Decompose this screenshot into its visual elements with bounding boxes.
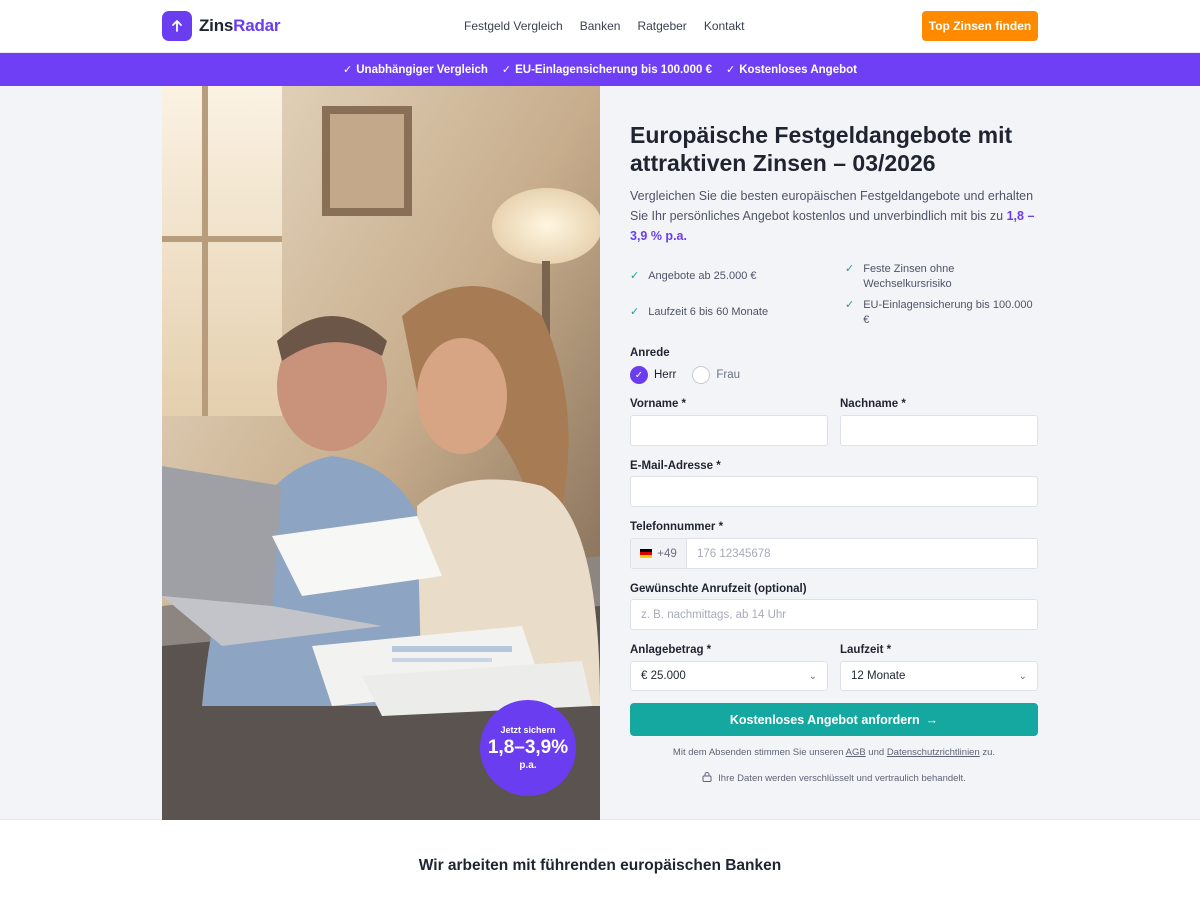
consent-text: Mit dem Absenden stimmen Sie unseren AGB…	[672, 747, 996, 758]
nav-festgeld-vergleich[interactable]: Festgeld Vergleich	[464, 19, 563, 33]
nav-kontakt[interactable]: Kontakt	[704, 19, 745, 33]
term-select[interactable]: 12 Monate ⌄	[840, 661, 1038, 691]
feature-item: ✓ EU-Einlagensicherung bis 100.000 €	[845, 299, 1033, 326]
badge-pa: p.a.	[519, 760, 537, 771]
feature-item: ✓ Feste Zinsen ohne Wechselkursrisiko	[845, 263, 955, 290]
email-input[interactable]	[630, 476, 1038, 507]
arrow-up-icon	[162, 11, 192, 41]
trust-strip: ✓ Unabhängiger Vergleich ✓ EU-Einlagensich…	[0, 53, 1200, 86]
phone-label: Telefonnummer *	[630, 521, 724, 533]
logo[interactable]: ZinsRadar	[162, 11, 281, 41]
term-label: Laufzeit *	[840, 644, 892, 656]
firstname-input[interactable]	[630, 415, 828, 446]
amount-select[interactable]: € 25.000 ⌄	[630, 661, 828, 691]
lock-icon	[702, 771, 712, 785]
radio-frau-label[interactable]: Frau	[716, 369, 740, 381]
calltime-label: Gewünschte Anrufzeit (optional)	[630, 583, 807, 595]
main-nav: Festgeld Vergleich Banken Ratgeber Konta…	[464, 19, 762, 33]
feature-item: ✓ Angebote ab 25.000 €	[630, 270, 757, 282]
check-icon: ✓	[501, 64, 512, 76]
check-icon: ✓	[845, 299, 855, 311]
lastname-label: Nachname *	[840, 398, 906, 410]
salutation-group: ✓ Herr Frau	[630, 366, 756, 384]
email-label: E-Mail-Adresse *	[630, 460, 721, 472]
page-title: Europäische Festgeldangebote mit attrakt…	[630, 122, 1013, 176]
radio-frau[interactable]	[692, 366, 711, 384]
nav-ratgeber[interactable]: Ratgeber	[637, 19, 686, 33]
germany-flag-icon	[640, 549, 653, 558]
amount-label: Anlagebetrag *	[630, 644, 712, 656]
calltime-input[interactable]	[630, 599, 1038, 630]
site-header: ZinsRadar Festgeld Vergleich Banken Ratg…	[0, 0, 1200, 53]
arrow-right-icon: →	[925, 712, 939, 727]
phone-field: +49	[630, 538, 1038, 569]
trust-item: ✓ Kostenloses Angebot	[725, 63, 857, 77]
banks-section-title: Wir arbeiten mit führenden europäischen …	[418, 857, 782, 874]
trust-item: ✓ EU-Einlagensicherung bis 100.000 €	[501, 63, 712, 77]
chevron-down-icon: ⌄	[808, 670, 817, 682]
logo-text: ZinsRadar	[199, 16, 281, 35]
radio-herr-label[interactable]: Herr	[654, 369, 676, 381]
check-icon: ✓	[845, 263, 855, 275]
firstname-label: Vorname *	[630, 398, 687, 410]
check-icon: ✓	[343, 64, 353, 76]
check-icon: ✓	[630, 270, 640, 282]
nav-banken[interactable]: Banken	[580, 19, 621, 33]
badge-rate: 1,8–3,9%	[487, 737, 569, 758]
top-zinsen-button[interactable]: Top Zinsen finden	[922, 11, 1038, 41]
check-icon: ✓	[725, 64, 736, 76]
agb-link[interactable]: AGB	[846, 747, 866, 758]
badge-line1: Jetzt sichern	[500, 725, 556, 735]
salutation-label: Anrede	[630, 347, 670, 359]
privacy-link[interactable]: Datenschutzrichtlinien	[887, 747, 980, 758]
submit-button[interactable]: Kostenloses Angebot anfordern →	[630, 703, 1038, 736]
hero-lead: Vergleichen Sie die besten europäischen …	[630, 189, 1035, 243]
trust-item: ✓ Unabhängiger Vergleich	[343, 63, 488, 77]
lastname-input[interactable]	[840, 415, 1038, 446]
chevron-down-icon: ⌄	[1018, 670, 1027, 682]
phone-input[interactable]	[687, 539, 1037, 568]
rate-badge: Jetzt sichern 1,8–3,9% p.a.	[480, 700, 576, 796]
feature-item: ✓ Laufzeit 6 bis 60 Monate	[630, 306, 769, 318]
country-code-select[interactable]: +49	[631, 539, 687, 568]
check-icon: ✓	[630, 306, 640, 318]
radio-herr[interactable]: ✓	[630, 366, 648, 384]
security-note: Ihre Daten werden verschlüsselt und vert…	[630, 771, 1038, 785]
